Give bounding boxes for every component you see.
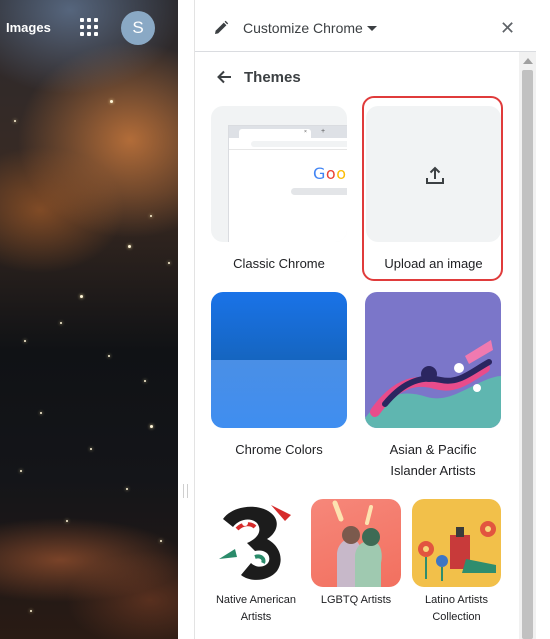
theme-label: LGBTQ Artists bbox=[320, 594, 392, 606]
panel-header: Customize Chrome ✕ bbox=[195, 0, 536, 52]
native-american-artwork bbox=[211, 499, 301, 587]
star bbox=[14, 120, 16, 122]
asian-pacific-artwork bbox=[365, 292, 501, 428]
star bbox=[20, 470, 22, 472]
panel-gutter bbox=[178, 0, 194, 639]
panel-scrollbar[interactable] bbox=[519, 52, 536, 639]
section-title: Themes bbox=[244, 69, 301, 86]
star bbox=[128, 245, 131, 248]
star bbox=[168, 262, 170, 264]
artwork-illustration bbox=[219, 505, 291, 580]
theme-label-line2: Artists bbox=[240, 611, 272, 623]
star bbox=[150, 425, 153, 428]
mini-browser-window: × + Goo bbox=[229, 126, 347, 242]
theme-label-line1: Latino Artists bbox=[425, 594, 488, 606]
apps-grid-icon[interactable] bbox=[80, 18, 98, 36]
star bbox=[150, 215, 152, 217]
theme-label-line1: Asian & Pacific bbox=[389, 442, 477, 457]
lgbtq-artwork bbox=[311, 499, 401, 587]
star bbox=[110, 100, 113, 103]
arrow-back-icon[interactable] bbox=[215, 68, 233, 86]
theme-label-line2: Islander Artists bbox=[390, 463, 476, 478]
theme-label: Chrome Colors bbox=[235, 442, 323, 457]
artwork-illustration bbox=[418, 521, 496, 581]
chrome-colors-preview bbox=[211, 292, 347, 428]
classic-chrome-preview: × + Goo bbox=[211, 106, 347, 242]
theme-label-line1: Native American bbox=[215, 594, 297, 606]
google-logo: Goo bbox=[313, 164, 347, 183]
new-tab-page-background: Images S bbox=[0, 0, 178, 639]
dropdown-arrow-icon[interactable] bbox=[367, 26, 377, 31]
theme-lgbtq-artists[interactable]: LGBTQ Artists bbox=[311, 499, 401, 629]
theme-native-american-artists[interactable]: Native American Artists bbox=[211, 499, 301, 629]
theme-latino-artists-collection[interactable]: Latino Artists Collection bbox=[412, 499, 501, 629]
star bbox=[60, 322, 62, 324]
theme-label: Classic Chrome bbox=[233, 256, 325, 271]
star bbox=[160, 540, 162, 542]
theme-label-line2: Collection bbox=[432, 611, 481, 623]
scroll-thumb[interactable] bbox=[522, 70, 533, 639]
star bbox=[30, 610, 32, 612]
panel-resize-handle[interactable] bbox=[183, 484, 188, 498]
star bbox=[80, 295, 83, 298]
artwork-illustration bbox=[332, 500, 382, 587]
star bbox=[40, 412, 42, 414]
close-icon[interactable]: ✕ bbox=[500, 18, 515, 39]
star bbox=[144, 380, 146, 382]
star bbox=[66, 520, 68, 522]
account-avatar[interactable]: S bbox=[121, 11, 155, 45]
theme-chrome-colors[interactable]: Chrome Colors bbox=[211, 292, 347, 482]
star bbox=[108, 355, 110, 357]
star bbox=[90, 448, 92, 450]
highlight-annotation bbox=[362, 96, 503, 281]
panel-title: Customize Chrome bbox=[243, 20, 363, 36]
star bbox=[126, 488, 128, 490]
latino-artwork bbox=[412, 499, 501, 587]
scroll-up-arrow-icon[interactable] bbox=[523, 58, 533, 64]
artwork-illustration bbox=[365, 340, 501, 428]
theme-classic-chrome[interactable]: × + Goo Classic Chrome bbox=[211, 106, 347, 276]
theme-asian-pacific-islander-artists[interactable]: Asian & Pacific Islander Artists bbox=[365, 292, 501, 482]
images-link[interactable]: Images bbox=[6, 20, 51, 35]
pencil-icon bbox=[215, 20, 229, 34]
star bbox=[24, 340, 26, 342]
